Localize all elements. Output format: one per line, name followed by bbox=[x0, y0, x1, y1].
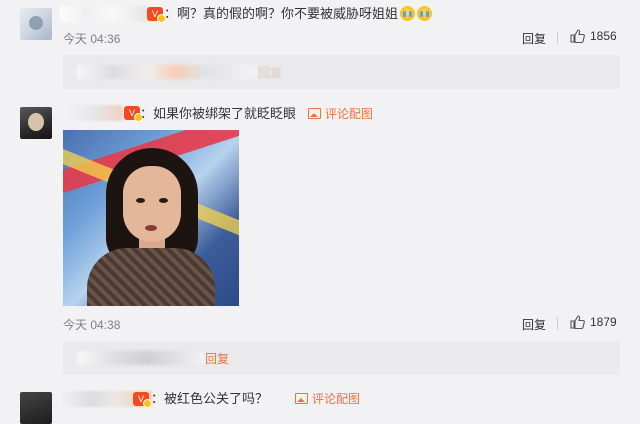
vip-badge-icon: V bbox=[124, 106, 143, 122]
sub-reply-box: 回复 bbox=[63, 55, 620, 89]
comment-image-link[interactable]: 评论配图 bbox=[308, 106, 373, 122]
thumbs-up-icon bbox=[570, 29, 585, 43]
divider bbox=[557, 317, 558, 330]
comment-text: ：被红色公关了吗？ bbox=[151, 391, 269, 406]
username-blurred[interactable] bbox=[60, 6, 148, 22]
avatar[interactable] bbox=[20, 107, 52, 139]
sub-reply-box: 回复 bbox=[63, 341, 620, 375]
image-icon bbox=[308, 108, 321, 119]
sub-reply-blurred bbox=[77, 65, 257, 79]
comment-text-content: ：啊？真的假的啊？你不要被威胁呀姐姐 bbox=[164, 6, 399, 21]
thumbs-up-icon bbox=[570, 315, 585, 329]
avatar[interactable] bbox=[20, 8, 52, 40]
like-button[interactable]: 1879 bbox=[570, 315, 617, 329]
comment-item: V ：啊？真的假的啊？你不要被威胁呀姐姐 今天 04:36 回复 1856 回复 bbox=[0, 0, 640, 96]
like-button[interactable]: 1856 bbox=[570, 29, 617, 43]
sub-reply-blurred bbox=[77, 351, 205, 365]
image-tag-label: 评论配图 bbox=[312, 392, 361, 406]
vip-badge-icon: V bbox=[147, 7, 166, 23]
image-icon bbox=[295, 393, 308, 404]
image-tag-label: 评论配图 bbox=[325, 107, 374, 121]
comment-time: 今天 04:36 bbox=[63, 32, 121, 46]
comment-text: ：如果你被绑架了就眨眨眼 bbox=[140, 106, 297, 121]
sub-reply-button[interactable]: 回复 bbox=[205, 350, 229, 367]
comment-item: V ：如果你被绑架了就眨眨眼 评论配图 今天 04:38 回复 1879 回复 bbox=[0, 96, 640, 381]
crying-emoji-icon bbox=[400, 6, 416, 21]
divider bbox=[557, 31, 558, 44]
comment-time: 今天 04:38 bbox=[63, 318, 121, 332]
comment-image-link[interactable]: 评论配图 bbox=[295, 391, 360, 407]
crying-emoji-icon bbox=[417, 6, 433, 21]
reply-button[interactable]: 回复 bbox=[522, 316, 546, 333]
like-count: 1856 bbox=[590, 29, 617, 43]
reply-button[interactable]: 回复 bbox=[522, 30, 546, 47]
comment-text: ：啊？真的假的啊？你不要被威胁呀姐姐 bbox=[164, 6, 433, 22]
username-blurred[interactable] bbox=[63, 105, 123, 121]
sub-reply-button[interactable]: 回复 bbox=[258, 64, 282, 81]
comment-item: V ：被红色公关了吗？ 评论配图 bbox=[0, 381, 640, 424]
avatar[interactable] bbox=[20, 392, 52, 424]
vip-badge-icon: V bbox=[133, 392, 152, 408]
like-count: 1879 bbox=[590, 315, 617, 329]
comment-image[interactable] bbox=[63, 130, 239, 306]
